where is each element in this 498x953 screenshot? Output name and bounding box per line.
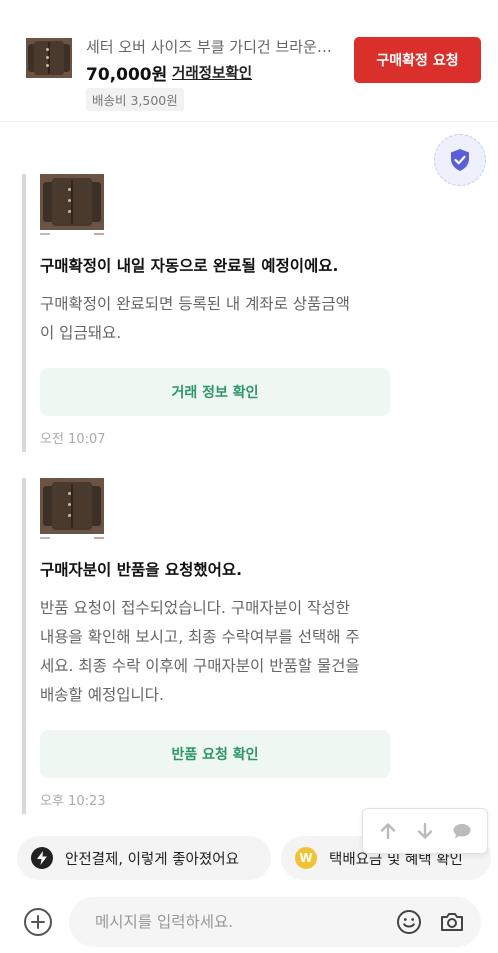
trade-info-confirm-button[interactable]: 거래 정보 확인 — [40, 368, 390, 416]
product-price: 70,000원 — [86, 65, 168, 85]
trade-info-link[interactable]: 거래정보확인 — [172, 62, 252, 83]
message-input-container — [69, 897, 481, 947]
purchase-confirm-request-button[interactable]: 구매확정 요청 — [354, 37, 481, 83]
w-coin-icon: W — [295, 847, 317, 869]
add-attachment-button[interactable] — [24, 908, 52, 936]
message-card-return-request: 구매자분이 반품을 요청했어요. 반품 요청이 접수되었습니다. 구매자분이 작… — [22, 478, 402, 814]
floating-scroll-controls — [362, 808, 488, 854]
message-timestamp: 오전 10:07 — [40, 432, 106, 447]
shipping-fee-badge: 배송비 3,500원 — [86, 88, 184, 111]
emoji-button[interactable] — [396, 909, 422, 935]
message-product-thumbnail[interactable] — [40, 174, 104, 230]
message-title: 구매확정이 내일 자동으로 완료될 예정이에요. — [40, 257, 339, 275]
shield-check-icon — [451, 149, 469, 171]
safe-payment-badge[interactable] — [434, 134, 486, 186]
message-body: 구매확정이 완료되면 등록된 내 계좌로 상품금액 이 입금돼요. — [40, 295, 350, 342]
chip-safe-payment[interactable]: 안전결제, 이렇게 좋아졌어요 — [17, 836, 271, 880]
message-card-auto-confirm: 구매확정이 내일 자동으로 완료될 예정이에요. 구매확정이 완료되면 등록된 … — [22, 174, 402, 452]
chip-label: 안전결제, 이렇게 좋아졌어요 — [65, 851, 239, 868]
lightning-icon — [31, 847, 53, 869]
arrow-up-icon — [380, 823, 395, 840]
thumbnail-caption-marks — [40, 537, 104, 539]
chat-header: 세터 오버 사이즈 부클 가디건 브라운… 70,000원 거래정보확인 배송비… — [0, 0, 498, 122]
scroll-up-button[interactable] — [373, 816, 403, 846]
arrow-down-icon — [417, 822, 433, 839]
camera-button[interactable] — [439, 909, 465, 935]
thumbnail-caption-marks — [40, 233, 104, 235]
product-title[interactable]: 세터 오버 사이즈 부클 가디건 브라운… — [86, 36, 336, 57]
product-thumbnail[interactable] — [26, 38, 72, 78]
message-title: 구매자분이 반품을 요청했어요. — [40, 561, 243, 579]
smiley-icon — [397, 910, 421, 934]
plus-icon — [31, 915, 45, 929]
message-input[interactable] — [95, 897, 385, 947]
chat-bubble-icon — [453, 824, 471, 839]
scroll-down-button[interactable] — [410, 816, 440, 846]
camera-icon — [441, 913, 463, 931]
chat-bubble-button[interactable] — [447, 816, 477, 846]
message-timestamp: 오후 10:23 — [40, 794, 106, 809]
return-request-confirm-button[interactable]: 반품 요청 확인 — [40, 730, 390, 778]
message-product-thumbnail[interactable] — [40, 478, 104, 534]
message-body: 반품 요청이 접수되었습니다. 구매자분이 작성한 내용을 확인해 보시고, 최… — [40, 599, 360, 704]
